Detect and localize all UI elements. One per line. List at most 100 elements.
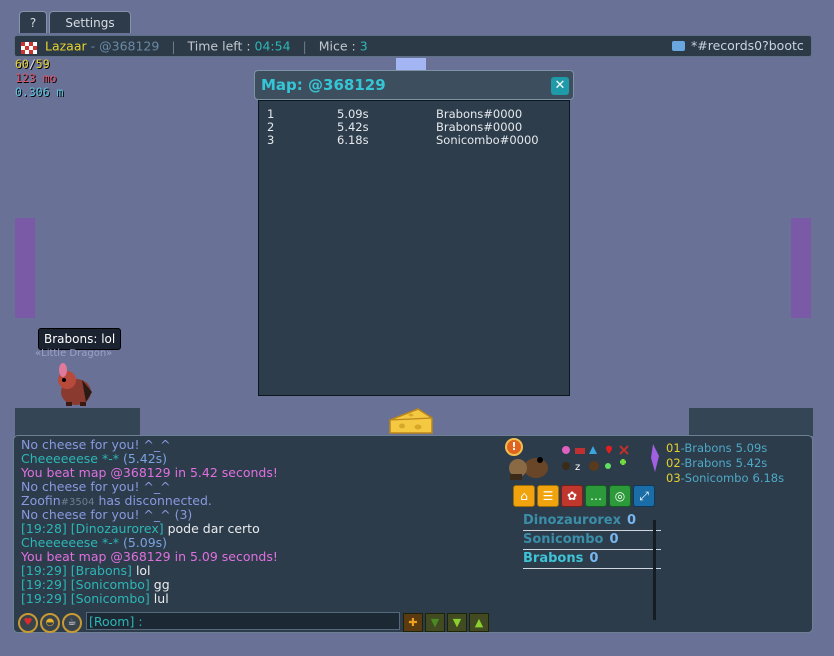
map-row-player: Brabons#0000: [436, 120, 523, 134]
chat-text: You beat map @368129 in 5.09 seconds!: [21, 549, 278, 564]
down-button[interactable]: ▼: [447, 613, 467, 632]
discord-icon[interactable]: ◎: [609, 485, 631, 507]
separator: |: [171, 38, 176, 54]
chat-line: Cheeeeeese *-* (5.42s): [21, 452, 167, 466]
ranking-time: 5.42s: [735, 456, 768, 470]
player-list-item[interactable]: Brabons 0: [523, 551, 598, 566]
ranking-position: 01: [666, 441, 681, 455]
home-icon[interactable]: ⌂: [513, 485, 535, 507]
map-row-player: Sonicombo#0000: [436, 133, 539, 147]
chat-text: You beat map @368129 in 5.42 seconds!: [21, 465, 278, 480]
chat-text: No cheese for you! ^_^: [21, 437, 171, 452]
memory-counter: 123 mo: [15, 71, 57, 85]
player-list-scrollbar[interactable]: [653, 520, 656, 620]
mice-label: Mice :: [318, 38, 360, 54]
room-link[interactable]: *#records0?bootc: [691, 36, 804, 56]
player-list-score: 0: [626, 513, 637, 528]
ranking-name: Sonicombo: [684, 471, 749, 485]
map-row-rank: 2: [267, 120, 275, 134]
chat-message: gg: [153, 577, 170, 592]
ranking-row: 03-Sonicombo 6.18s: [666, 471, 784, 485]
chat-author[interactable]: [Sonicombo]: [71, 577, 150, 592]
map-row-time: 5.42s: [337, 120, 369, 134]
chat-text: Cheeeeeese *-*: [21, 451, 123, 466]
chat-line: [19:29] [Brabons] lol: [21, 564, 151, 578]
badges-icon: z: [558, 442, 678, 476]
player-list-name: Sonicombo: [523, 532, 604, 547]
map-row-rank: 1: [267, 107, 275, 121]
player-list-item[interactable]: Dinozaurorex 0: [523, 513, 636, 528]
chat-message: pode dar certo: [167, 521, 260, 536]
chat-text: No cheese for you! ^_^ (3): [21, 507, 193, 522]
help-tab[interactable]: ?: [19, 11, 47, 33]
plus-button[interactable]: ✚: [403, 613, 423, 632]
chat-input[interactable]: [Room] :: [86, 612, 400, 630]
chat-extra: (5.09s): [122, 535, 168, 550]
player-list-name: Dinozaurorex: [523, 513, 621, 528]
time-left-value: 04:54: [254, 38, 291, 54]
chat-text: Cheeeeeese *-*: [21, 535, 123, 550]
mice-count: 3: [359, 38, 368, 54]
chat-text: No cheese for you! ^_^: [21, 479, 171, 494]
chat-text: Zoofin: [21, 493, 61, 508]
right-ground: [689, 408, 813, 436]
map-records-panel: 1 5.09s Brabons#0000 2 5.42s Brabons#0000 3 6.1…: [258, 100, 570, 396]
close-icon[interactable]: ✕: [551, 77, 569, 95]
map-row-rank: 3: [267, 133, 275, 147]
checkered-flag-icon: [21, 40, 37, 54]
game-window: { "top_tabs": {"help": "?", "settings": …: [0, 0, 834, 656]
chat-line: No cheese for you! ^_^ (3): [21, 508, 192, 522]
map-row-time: 5.09s: [337, 107, 369, 121]
player-list-divider: [523, 530, 661, 531]
left-wall: [15, 218, 35, 318]
speech-bubble: Brabons: lol: [38, 328, 122, 350]
player-list-name: Brabons: [523, 551, 584, 566]
ranking-row: 02-Brabons 5.42s: [666, 456, 767, 470]
heart-icon[interactable]: ♥: [18, 613, 38, 633]
list-icon[interactable]: ☰: [537, 485, 559, 507]
header-bar: Lazaar - @368129 | Time left : 04:54 | M…: [14, 35, 812, 57]
player-list-item[interactable]: Sonicombo 0: [523, 532, 618, 547]
chat-message: lul: [153, 591, 169, 606]
ranking-name: Brabons: [684, 456, 732, 470]
chat-line: Cheeeeeese *-* (5.09s): [21, 536, 167, 550]
player-name: Lazaar: [45, 38, 87, 54]
down-dark-button[interactable]: ▼: [425, 613, 445, 632]
player-tag: - @368129: [86, 38, 160, 54]
chat-extra: has disconnected.: [94, 493, 212, 508]
chat-line: You beat map @368129 in 5.42 seconds!: [21, 466, 278, 480]
chat-input-placeholder: [Room] :: [89, 614, 143, 629]
chat-line: No cheese for you! ^_^: [21, 480, 171, 494]
right-wall: [791, 218, 811, 318]
chat-line: No cheese for you! ^_^: [21, 438, 171, 452]
chat-author[interactable]: [Sonicombo]: [71, 591, 150, 606]
map-row-time: 6.18s: [337, 133, 369, 147]
chat-panel: No cheese for you! ^_^ Cheeeeeese *-* (5.…: [13, 435, 813, 633]
chat-extra: (5.42s): [122, 451, 168, 466]
chat-author[interactable]: [Dinozaurorex]: [71, 521, 164, 536]
up-button[interactable]: ▲: [469, 613, 489, 632]
mouse-character: [52, 362, 98, 408]
emote-icon[interactable]: ◓: [40, 613, 60, 633]
tea-icon[interactable]: ☕: [62, 613, 82, 633]
map-popup-header: Map: @368129 ✕: [254, 70, 574, 100]
map-row-player: Brabons#0000: [436, 107, 523, 121]
fullscreen-icon[interactable]: ⤢: [633, 485, 655, 507]
player-list-divider: [523, 568, 661, 569]
chat-timestamp: [19:29]: [21, 591, 67, 606]
ranking-name: Brabons: [684, 441, 732, 455]
cheese-icon: [388, 406, 434, 436]
chat-line: You beat map @368129 in 5.09 seconds!: [21, 550, 278, 564]
chat-line: [19:29] [Sonicombo] gg: [21, 578, 170, 592]
ranking-row: 01-Brabons 5.09s: [666, 441, 767, 455]
time-counter: 0.306 m: [15, 85, 64, 99]
shaman-avatar: [506, 444, 552, 484]
settings-tab[interactable]: Settings: [49, 11, 131, 33]
chat-bubble-icon[interactable]: …: [585, 485, 607, 507]
chat-timestamp: [19:29]: [21, 577, 67, 592]
dress-icon[interactable]: ✿: [561, 485, 583, 507]
ranking-position: 03: [666, 471, 681, 485]
fps-counter: 60/59: [15, 57, 50, 71]
time-left-label: Time left :: [187, 38, 255, 54]
chat-author[interactable]: [Brabons]: [71, 563, 132, 578]
